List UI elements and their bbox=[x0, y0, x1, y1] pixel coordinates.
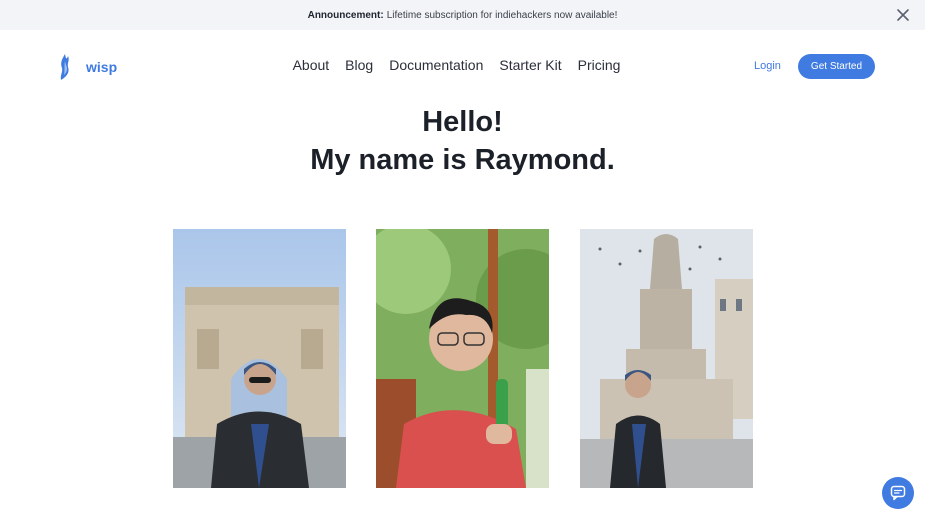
hero-name-line: My name is Raymond. bbox=[310, 144, 615, 176]
get-started-button[interactable]: Get Started bbox=[798, 54, 875, 79]
nav-pricing[interactable]: Pricing bbox=[578, 57, 621, 73]
announcement-text: Lifetime subscription for indiehackers n… bbox=[386, 9, 618, 21]
hero-greeting: Hello! bbox=[422, 106, 503, 138]
login-link[interactable]: Login bbox=[754, 60, 781, 72]
nav-documentation[interactable]: Documentation bbox=[389, 57, 483, 73]
photo-arc-de-triomphe bbox=[173, 229, 346, 488]
chat-icon bbox=[890, 485, 906, 501]
announcement-bar: Announcement: Lifetime subscription for … bbox=[0, 0, 925, 30]
chat-button[interactable] bbox=[882, 477, 914, 509]
close-icon[interactable] bbox=[895, 7, 911, 23]
photo-portrait-bottle bbox=[376, 229, 549, 488]
main-nav: About Blog Documentation Starter Kit Pri… bbox=[0, 57, 925, 73]
photo-fountain bbox=[580, 229, 753, 488]
nav-starter-kit[interactable]: Starter Kit bbox=[499, 57, 561, 73]
hero: Hello! My name is Raymond. bbox=[0, 103, 925, 179]
announcement-label: Announcement: bbox=[307, 9, 384, 21]
nav-about[interactable]: About bbox=[293, 57, 330, 73]
nav-blog[interactable]: Blog bbox=[345, 57, 373, 73]
